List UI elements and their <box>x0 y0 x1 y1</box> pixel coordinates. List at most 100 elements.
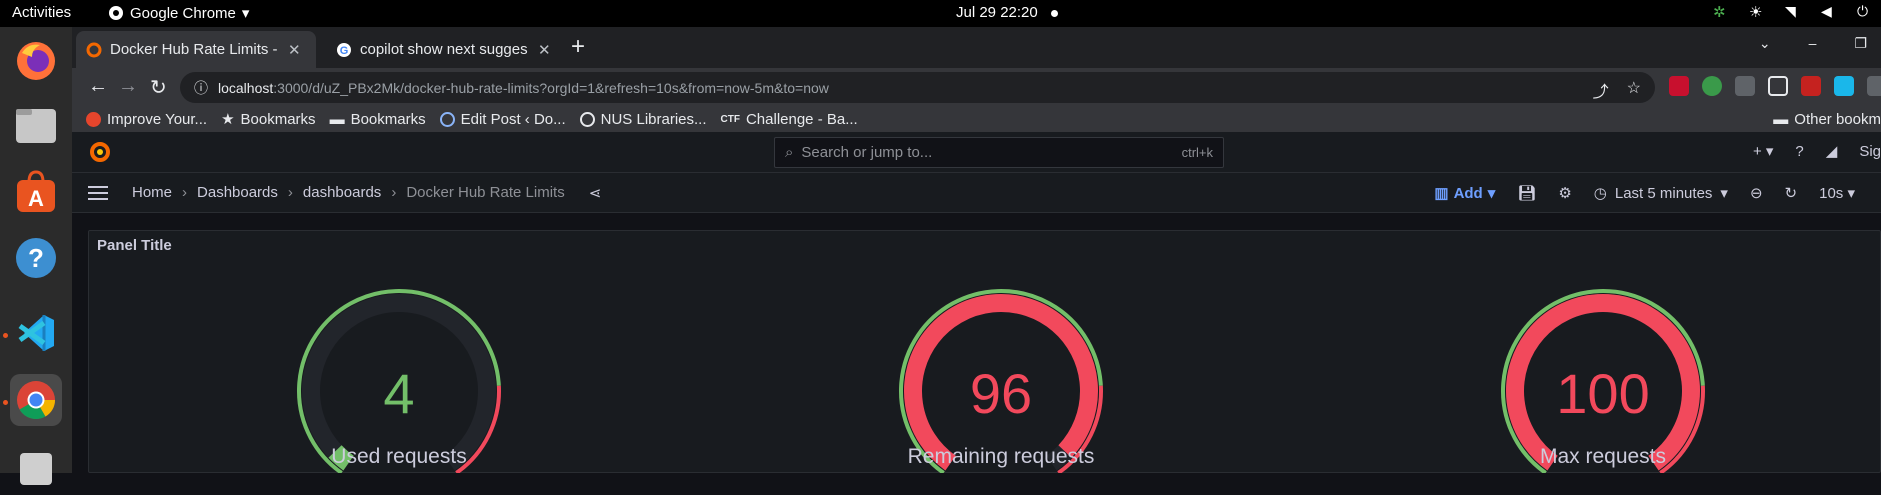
help-icon[interactable]: ? <box>1795 143 1803 160</box>
svg-text:A: A <box>28 186 44 211</box>
gauge-value: 100 <box>1556 362 1650 425</box>
keyboard-shortcut: ctrl+k <box>1181 145 1213 160</box>
site-info-icon[interactable]: ⓘ <box>194 78 208 98</box>
grafana-top-bar: ⌕ Search or jump to... ctrl+k + ▾ ? ◢ Si… <box>72 132 1881 173</box>
brightness-icon: ☀ <box>1749 4 1763 21</box>
search-icon: ⌕ <box>785 144 794 161</box>
extension-badge-icon[interactable] <box>1801 76 1821 96</box>
refresh-icon[interactable]: ↻ <box>1785 184 1798 202</box>
breadcrumb-current: Docker Hub Rate Limits <box>406 184 565 201</box>
time-range-label: Last 5 minutes <box>1614 184 1713 202</box>
folder-icon: ▬ <box>329 110 345 128</box>
dashboard-actions: ▥ Add ▾ 💾︎ ⚙ ◷ Last 5 minutes ▾ ⊖ ↻ 10s ▾ <box>1434 173 1881 213</box>
activities-button[interactable]: Activities <box>12 4 71 21</box>
add-panel-icon: ▥ <box>1434 185 1449 202</box>
panel-title[interactable]: Panel Title <box>97 237 172 254</box>
add-button[interactable]: ▥ Add ▾ <box>1434 184 1495 203</box>
running-indicator <box>3 333 8 338</box>
puzzle-icon[interactable] <box>1867 76 1881 96</box>
chrome-dock-icon[interactable] <box>10 374 62 426</box>
bookmark-item[interactable]: Improve Your... <box>86 111 207 128</box>
chevron-right-icon: › <box>182 184 188 201</box>
back-icon[interactable]: ← <box>88 75 108 98</box>
bookmark-item[interactable]: Edit Post ‹ Do... <box>439 111 566 128</box>
gauge-panel[interactable]: Panel Title 4 Used requests 96 Remaining… <box>88 230 1881 473</box>
vscode-icon[interactable] <box>10 307 62 359</box>
bookmark-item[interactable]: NUS Libraries... <box>579 111 707 128</box>
app-icon-partial[interactable] <box>10 443 62 495</box>
reload-icon[interactable]: ↻ <box>150 75 167 100</box>
close-tab-icon[interactable]: ✕ <box>288 41 301 59</box>
svg-text:G: G <box>340 45 349 57</box>
new-tab-button[interactable]: + <box>571 33 585 61</box>
maximize-icon[interactable]: ❐ <box>1854 35 1867 52</box>
forward-icon[interactable]: → <box>118 75 138 98</box>
gauge-remaining-requests: 96 Remaining requests <box>871 263 1131 473</box>
files-icon[interactable] <box>10 99 62 151</box>
tab-search-icon[interactable]: ⌄ <box>1759 35 1771 52</box>
url-host: localhost <box>218 79 274 96</box>
zoom-out-icon[interactable]: ⊖ <box>1750 184 1763 202</box>
time-picker[interactable]: ◷ Last 5 minutes ▾ <box>1594 184 1728 203</box>
system-top-bar: Activities Google Chrome ▾ Jul 29 22:20 … <box>0 0 1881 27</box>
tab-title: copilot show next sugges <box>360 41 528 58</box>
nus-icon <box>579 111 595 127</box>
bookmark-item[interactable]: ★ Bookmarks <box>221 110 315 129</box>
close-tab-icon[interactable]: ✕ <box>538 41 551 59</box>
browser-window: Docker Hub Rate Limits - G ✕ G copilot s… <box>72 27 1881 132</box>
ctf-icon: CTF <box>720 113 740 125</box>
breadcrumb-home[interactable]: Home <box>132 184 172 201</box>
url-path: :3000/d/uZ_PBx2Mk/docker-hub-rate-limits… <box>273 79 829 96</box>
svg-text:?: ? <box>28 243 44 273</box>
refresh-interval-picker[interactable]: 10s ▾ <box>1819 184 1855 202</box>
sign-in-link[interactable]: Sig <box>1859 143 1881 160</box>
gauge-value: 4 <box>383 362 415 425</box>
clock[interactable]: Jul 29 22:20 <box>956 4 1038 21</box>
bookmark-item[interactable]: CTF Challenge - Ba... <box>721 111 858 128</box>
help-icon[interactable]: ? <box>10 232 62 284</box>
dashboard-nav-bar: Home › Dashboards › dashboards › Docker … <box>72 173 1881 213</box>
gauge-label: Max requests <box>1539 445 1667 468</box>
breadcrumb: Home › Dashboards › dashboards › Docker … <box>132 184 601 202</box>
software-center-icon[interactable]: A <box>10 166 62 218</box>
bookmark-star-icon[interactable]: ☆ <box>1627 78 1641 102</box>
bookmark-folder[interactable]: ▬ Bookmarks <box>330 111 426 128</box>
save-dashboard-icon[interactable]: 💾︎ <box>1517 184 1536 202</box>
tab-google-search[interactable]: G copilot show next sugges ✕ <box>326 31 564 68</box>
vimeo-icon[interactable] <box>1834 76 1854 96</box>
extension-icon[interactable] <box>1702 76 1722 96</box>
app-menu-label: Google Chrome <box>130 4 236 22</box>
grafana-favicon <box>86 42 102 57</box>
window-controls: ⌄ – ❐ <box>1759 35 1867 52</box>
settings-gear-icon[interactable]: ⚙ <box>1558 184 1571 202</box>
address-bar[interactable]: ⓘ localhost :3000/d/uZ_PBx2Mk/docker-hub… <box>180 72 1655 103</box>
extension-icon[interactable] <box>1669 76 1689 96</box>
menu-icon[interactable] <box>88 185 108 200</box>
new-menu-button[interactable]: + ▾ <box>1753 142 1773 160</box>
app-menu[interactable]: Google Chrome ▾ <box>108 4 249 22</box>
other-bookmarks-folder[interactable]: ▬ Other bookm <box>1773 111 1881 128</box>
grafana-logo-icon[interactable] <box>88 140 112 164</box>
gauge-used-requests: 4 Used requests <box>269 263 529 473</box>
running-indicator <box>3 400 8 405</box>
tab-grafana[interactable]: Docker Hub Rate Limits - G ✕ <box>76 31 316 68</box>
star-icon: ★ <box>221 111 235 128</box>
news-icon[interactable]: ◢ <box>1826 142 1838 160</box>
share-dashboard-icon[interactable]: ⋖ <box>589 184 602 202</box>
tab-strip: Docker Hub Rate Limits - G ✕ G copilot s… <box>72 27 1881 68</box>
bookmarks-bar: Improve Your... ★ Bookmarks ▬ Bookmarks Ed… <box>72 106 1881 132</box>
share-icon[interactable]: ⤴ <box>1593 78 1609 102</box>
breadcrumb-folder[interactable]: dashboards <box>303 184 381 201</box>
firefox-icon[interactable] <box>10 35 62 87</box>
screenshot-icon[interactable] <box>1768 76 1788 96</box>
dock: A ? <box>0 27 72 485</box>
download-extension-icon[interactable] <box>1735 76 1755 96</box>
minimize-icon[interactable]: – <box>1809 35 1817 52</box>
system-tray[interactable]: ✲ ☀ ◥ ◀ ⏻ <box>1713 3 1881 21</box>
chevron-right-icon: › <box>287 184 293 201</box>
search-input[interactable]: ⌕ Search or jump to... ctrl+k <box>774 137 1224 168</box>
browser-toolbar: ← → ↻ ⓘ localhost :3000/d/uZ_PBx2Mk/dock… <box>72 68 1881 106</box>
breadcrumb-dashboards[interactable]: Dashboards <box>197 184 278 201</box>
wordpress-icon <box>439 111 455 127</box>
gauge-max-requests: 100 Max requests <box>1473 263 1733 473</box>
